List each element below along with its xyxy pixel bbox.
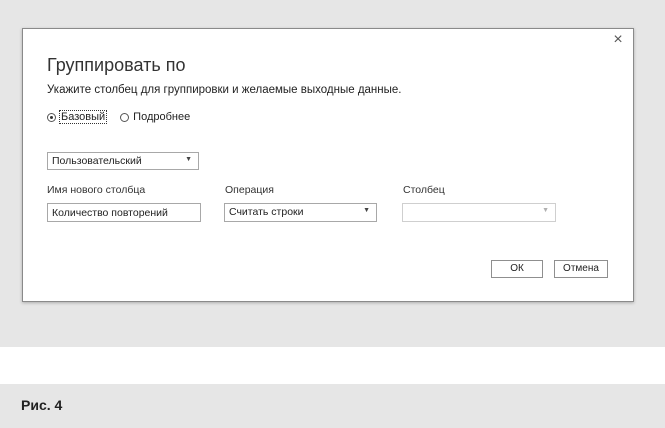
radio-basic-indicator[interactable] [47,112,56,122]
cancel-button[interactable]: Отмена [554,260,608,278]
mode-radio-group: Базовый Подробнее [47,110,204,124]
chevron-down-icon: ▼ [363,207,370,214]
dialog-subtitle: Укажите столбец для группировки и желаем… [47,84,402,96]
figure-caption-bar: Рис. 4 [0,384,665,428]
group-by-dialog: × Группировать по Укажите столбец для гр… [22,28,634,302]
dialog-title: Группировать по [47,55,186,75]
group-by-column-value: Пользовательский [52,155,142,167]
radio-advanced[interactable]: Подробнее [120,111,190,123]
screenshot-background: × Группировать по Укажите столбец для гр… [0,0,665,347]
chevron-down-icon: ▼ [185,156,192,163]
radio-basic-label: Базовый [58,110,108,124]
group-by-column-select[interactable]: Пользовательский ▼ [47,152,199,170]
column-label: Столбец [403,184,445,196]
chevron-down-icon: ▼ [542,207,549,214]
operation-select[interactable]: Считать строки ▼ [224,203,377,222]
radio-advanced-indicator[interactable] [120,112,130,122]
radio-basic[interactable]: Базовый [47,110,108,124]
new-column-name-input[interactable] [47,203,201,222]
column-select[interactable]: ▼ [402,203,556,222]
new-column-name-label: Имя нового столбца [47,184,146,196]
operation-label: Операция [225,184,274,196]
radio-advanced-label: Подробнее [133,111,191,123]
operation-value: Считать строки [229,206,304,218]
figure-caption: Рис. 4 [21,397,63,413]
ok-button[interactable]: ОК [491,260,543,278]
close-icon[interactable]: × [611,32,625,48]
